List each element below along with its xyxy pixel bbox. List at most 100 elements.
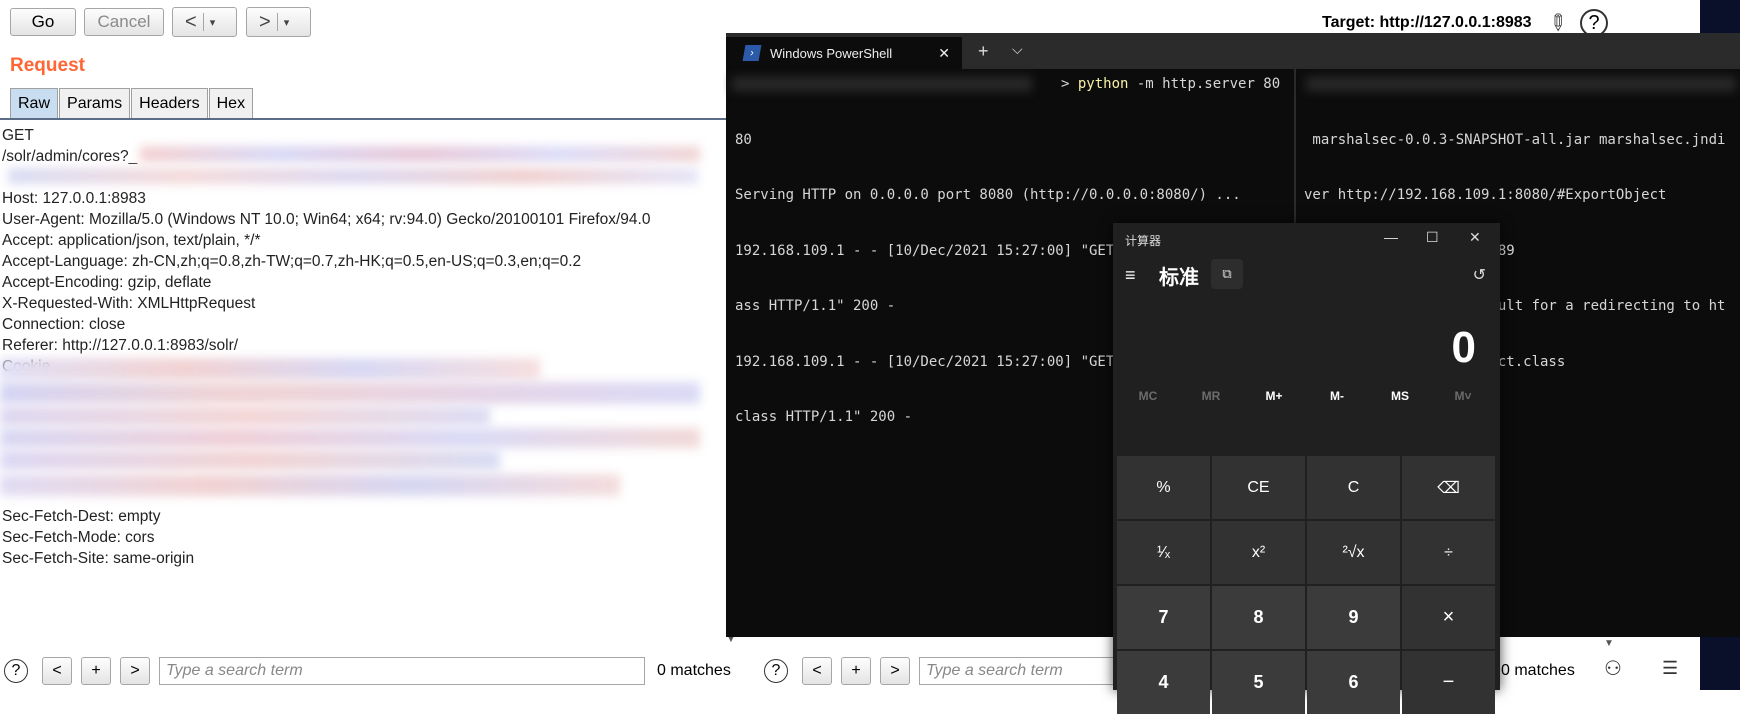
request-line: Accept: application/json, text/plain, */…	[2, 232, 261, 249]
request-line: GET	[2, 127, 34, 144]
request-editor-tail[interactable]: Sec-Fetch-Dest: empty Sec-Fetch-Mode: co…	[2, 506, 702, 569]
search-add-button[interactable]: +	[81, 657, 111, 685]
redacted-region	[0, 358, 540, 380]
redacted-region	[0, 406, 490, 426]
help-icon[interactable]: ?	[764, 659, 788, 683]
calculator-mode: 标准	[1159, 267, 1199, 289]
chevron-down-icon[interactable]: ⌵	[1012, 41, 1023, 58]
terminal-command: python	[1077, 76, 1129, 92]
tab-divider	[0, 118, 727, 120]
redacted-region	[0, 428, 700, 448]
chevron-down-icon[interactable]: ▾	[210, 16, 216, 29]
redacted-region	[8, 168, 698, 184]
memory-list-button[interactable]: M˅	[1438, 389, 1488, 403]
redacted-region	[0, 382, 700, 404]
memory-add-button[interactable]: M+	[1249, 389, 1299, 403]
digit-5-button[interactable]: 5	[1212, 651, 1305, 714]
calculator-window[interactable]: 计算器 — ☐ ✕ ≡ 标准 ⧉ ↺ 0 MC MR M+ M- MS M˅ %…	[1113, 223, 1500, 714]
square-button[interactable]: x²	[1212, 521, 1305, 584]
close-icon[interactable]: ✕	[1469, 229, 1481, 246]
request-line: Sec-Fetch-Mode: cors	[2, 529, 155, 546]
search-next-button[interactable]: >	[880, 657, 910, 685]
request-line: Sec-Fetch-Site: same-origin	[2, 550, 195, 567]
desktop-background	[1700, 637, 1740, 690]
memory-recall-button[interactable]: MR	[1186, 389, 1236, 403]
digit-9-button[interactable]: 9	[1307, 586, 1400, 649]
search-matches: 0 matches	[1501, 662, 1575, 679]
list-icon[interactable]: ☰	[1662, 658, 1678, 679]
close-icon[interactable]: ✕	[938, 45, 950, 62]
search-next-button[interactable]: >	[120, 657, 150, 685]
forward-arrow-icon: >	[259, 10, 271, 33]
memory-subtract-button[interactable]: M-	[1312, 389, 1362, 403]
digit-6-button[interactable]: 6	[1307, 651, 1400, 714]
back-button[interactable]: < ▾	[172, 7, 237, 37]
request-line: Sec-Fetch-Dest: empty	[2, 508, 161, 525]
memory-store-button[interactable]: MS	[1375, 389, 1425, 403]
reciprocal-button[interactable]: ¹⁄ₓ	[1117, 521, 1210, 584]
powershell-icon: ›	[742, 45, 762, 61]
request-line: Host: 127.0.0.1:8983	[2, 190, 146, 207]
divide-button[interactable]: ÷	[1402, 521, 1495, 584]
maximize-icon[interactable]: ☐	[1426, 229, 1439, 246]
powershell-titlebar: › Windows PowerShell ✕ + ⌵	[726, 33, 1740, 69]
backspace-button[interactable]: ⌫	[1402, 456, 1495, 519]
terminal-line: Serving HTTP on 0.0.0.0 port 8080 (http:…	[735, 187, 1241, 203]
terminal-line: marshalsec-0.0.3-SNAPSHOT-all.jar marsha…	[1304, 131, 1726, 148]
minimize-icon[interactable]: —	[1384, 229, 1398, 245]
redacted-region	[0, 474, 620, 496]
memory-clear-button[interactable]: MC	[1123, 389, 1173, 403]
request-editor[interactable]: GET /solr/admin/cores?_ Host: 127.0.0.1:…	[2, 125, 702, 377]
back-arrow-icon: <	[185, 10, 197, 33]
search-matches: 0 matches	[657, 662, 731, 679]
forward-button[interactable]: > ▾	[246, 7, 311, 37]
search-prev-button[interactable]: <	[42, 657, 72, 685]
target-label: Target: http://127.0.0.1:8983	[1322, 14, 1532, 31]
subtract-button[interactable]: −	[1402, 651, 1495, 714]
redacted-region	[732, 77, 1032, 91]
redacted-region	[0, 450, 500, 470]
tab-hex[interactable]: Hex	[208, 88, 254, 118]
request-line: Accept-Language: zh-CN,zh;q=0.8,zh-TW;q=…	[2, 253, 582, 270]
request-title: Request	[10, 55, 85, 76]
calculator-display: 0	[1451, 323, 1476, 372]
clear-button[interactable]: C	[1307, 456, 1400, 519]
new-tab-icon[interactable]: +	[978, 41, 989, 62]
keep-on-top-icon[interactable]: ⧉	[1211, 259, 1243, 289]
request-search-bar: ? < + > 0 matches	[4, 652, 731, 690]
request-line: Accept-Encoding: gzip, deflate	[2, 274, 212, 291]
digit-7-button[interactable]: 7	[1117, 586, 1210, 649]
digit-8-button[interactable]: 8	[1212, 586, 1305, 649]
scroll-down-icon[interactable]: ▼	[1604, 638, 1614, 649]
terminal-line: ver http://192.168.109.1:8080/#ExportObj…	[1304, 187, 1667, 203]
menu-icon[interactable]: ≡	[1125, 265, 1136, 286]
tab-headers[interactable]: Headers	[131, 88, 208, 118]
history-icon[interactable]: ↺	[1473, 265, 1486, 285]
redacted-region	[140, 146, 700, 162]
chevron-down-icon[interactable]: ▾	[284, 16, 290, 29]
terminal-command-args: -m http.server 80	[1128, 76, 1281, 92]
powershell-tab-title: Windows PowerShell	[770, 45, 893, 61]
tab-params[interactable]: Params	[59, 88, 131, 118]
cancel-button[interactable]: Cancel	[84, 8, 164, 36]
help-icon[interactable]: ?	[4, 659, 28, 683]
request-line: X-Requested-With: XMLHttpRequest	[2, 295, 256, 312]
request-tabs: Raw Params Headers Hex	[10, 88, 254, 118]
powershell-tab[interactable]: › Windows PowerShell ✕	[726, 37, 962, 69]
search-prev-button[interactable]: <	[802, 657, 832, 685]
square-root-button[interactable]: ²√x	[1307, 521, 1400, 584]
clear-entry-button[interactable]: CE	[1212, 456, 1305, 519]
search-input[interactable]	[159, 657, 645, 685]
search-add-button[interactable]: +	[841, 657, 871, 685]
request-line: Connection: close	[2, 316, 126, 333]
digit-4-button[interactable]: 4	[1117, 651, 1210, 714]
go-button[interactable]: Go	[10, 8, 76, 36]
people-icon[interactable]: ⚇	[1604, 656, 1622, 681]
terminal-line: 80	[735, 131, 752, 148]
percent-button[interactable]: %	[1117, 456, 1210, 519]
multiply-button[interactable]: ×	[1402, 586, 1495, 649]
request-line: Referer: http://127.0.0.1:8983/solr/	[2, 337, 239, 354]
tab-raw[interactable]: Raw	[10, 88, 59, 118]
calculator-title: 计算器	[1125, 234, 1162, 248]
terminal-prompt-line: > python -m http.server 80	[1061, 76, 1281, 92]
